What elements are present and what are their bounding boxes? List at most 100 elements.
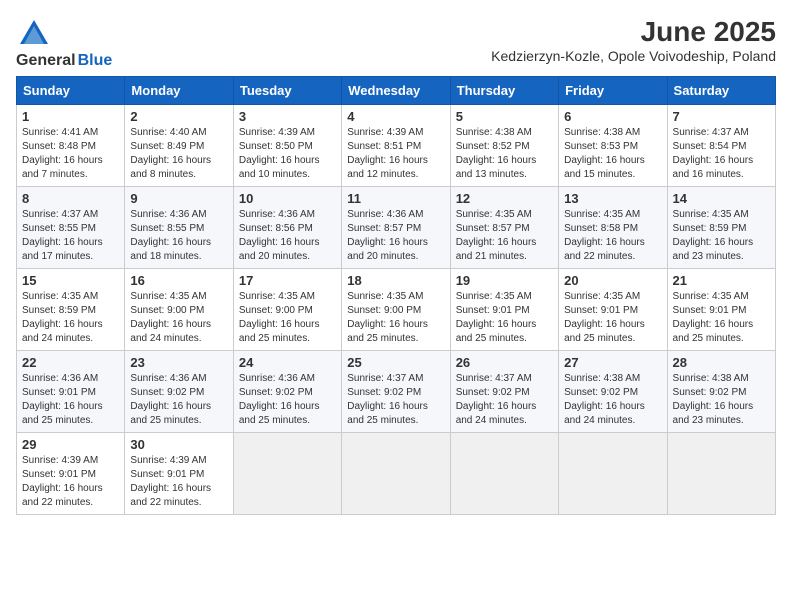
- day-number: 5: [456, 109, 553, 124]
- day-number: 13: [564, 191, 661, 206]
- day-number: 21: [673, 273, 770, 288]
- day-info: Sunrise: 4:36 AM Sunset: 8:55 PM Dayligh…: [130, 208, 227, 264]
- calendar-header-thursday: Thursday: [450, 77, 558, 105]
- day-info: Sunrise: 4:38 AM Sunset: 9:02 PM Dayligh…: [564, 372, 661, 428]
- day-info: Sunrise: 4:39 AM Sunset: 9:01 PM Dayligh…: [130, 454, 227, 510]
- day-number: 25: [347, 355, 444, 370]
- subtitle: Kedzierzyn-Kozle, Opole Voivodeship, Pol…: [491, 48, 776, 64]
- day-number: 30: [130, 437, 227, 452]
- calendar-cell: 27 Sunrise: 4:38 AM Sunset: 9:02 PM Dayli…: [559, 351, 667, 433]
- day-number: 6: [564, 109, 661, 124]
- day-number: 3: [239, 109, 336, 124]
- day-number: 18: [347, 273, 444, 288]
- day-info: Sunrise: 4:36 AM Sunset: 8:56 PM Dayligh…: [239, 208, 336, 264]
- calendar-cell: 14Sunrise: 4:35 AM Sunset: 8:59 PM Dayli…: [667, 187, 775, 269]
- day-info: Sunrise: 4:38 AM Sunset: 8:53 PM Dayligh…: [564, 126, 661, 182]
- day-number: 12: [456, 191, 553, 206]
- calendar-cell: 12 Sunrise: 4:35 AM Sunset: 8:57 PM Dayli…: [450, 187, 558, 269]
- calendar-cell: 24 Sunrise: 4:36 AM Sunset: 9:02 PM Dayli…: [233, 351, 341, 433]
- day-info: Sunrise: 4:35 AM Sunset: 9:01 PM Dayligh…: [673, 290, 770, 346]
- calendar-cell: 4 Sunrise: 4:39 AM Sunset: 8:51 PM Daylig…: [342, 105, 450, 187]
- calendar-week-row: 1 Sunrise: 4:41 AM Sunset: 8:48 PM Daylig…: [17, 105, 776, 187]
- calendar-cell: 10 Sunrise: 4:36 AM Sunset: 8:56 PM Dayli…: [233, 187, 341, 269]
- day-number: 23: [130, 355, 227, 370]
- calendar-cell: 20 Sunrise: 4:35 AM Sunset: 9:01 PM Dayli…: [559, 269, 667, 351]
- day-number: 4: [347, 109, 444, 124]
- logo-general: General: [16, 52, 76, 70]
- day-info: Sunrise: 4:35 AM Sunset: 9:00 PM Dayligh…: [130, 290, 227, 346]
- calendar-cell: 22 Sunrise: 4:36 AM Sunset: 9:01 PM Dayli…: [17, 351, 125, 433]
- day-number: 28: [673, 355, 770, 370]
- day-info: Sunrise: 4:35 AM Sunset: 9:00 PM Dayligh…: [347, 290, 444, 346]
- calendar-header-saturday: Saturday: [667, 77, 775, 105]
- calendar-cell: 21 Sunrise: 4:35 AM Sunset: 9:01 PM Dayli…: [667, 269, 775, 351]
- day-number: 19: [456, 273, 553, 288]
- calendar-cell: 15Sunrise: 4:35 AM Sunset: 8:59 PM Dayli…: [17, 269, 125, 351]
- calendar-cell: 17 Sunrise: 4:35 AM Sunset: 9:00 PM Dayli…: [233, 269, 341, 351]
- calendar-cell: 8 Sunrise: 4:37 AM Sunset: 8:55 PM Daylig…: [17, 187, 125, 269]
- calendar-cell: 30 Sunrise: 4:39 AM Sunset: 9:01 PM Dayli…: [125, 433, 233, 515]
- calendar-week-row: 15Sunrise: 4:35 AM Sunset: 8:59 PM Dayli…: [17, 269, 776, 351]
- day-number: 24: [239, 355, 336, 370]
- day-info: Sunrise: 4:37 AM Sunset: 9:02 PM Dayligh…: [347, 372, 444, 428]
- calendar-cell: 1 Sunrise: 4:41 AM Sunset: 8:48 PM Daylig…: [17, 105, 125, 187]
- title-area: June 2025 Kedzierzyn-Kozle, Opole Voivod…: [491, 16, 776, 64]
- calendar-header-friday: Friday: [559, 77, 667, 105]
- day-info: Sunrise: 4:35 AM Sunset: 8:58 PM Dayligh…: [564, 208, 661, 264]
- day-info: Sunrise: 4:39 AM Sunset: 8:51 PM Dayligh…: [347, 126, 444, 182]
- day-info: Sunrise: 4:41 AM Sunset: 8:48 PM Dayligh…: [22, 126, 119, 182]
- calendar-week-row: 29 Sunrise: 4:39 AM Sunset: 9:01 PM Dayli…: [17, 433, 776, 515]
- day-number: 2: [130, 109, 227, 124]
- day-info: Sunrise: 4:40 AM Sunset: 8:49 PM Dayligh…: [130, 126, 227, 182]
- day-number: 26: [456, 355, 553, 370]
- day-info: Sunrise: 4:35 AM Sunset: 9:00 PM Dayligh…: [239, 290, 336, 346]
- day-info: Sunrise: 4:36 AM Sunset: 9:02 PM Dayligh…: [130, 372, 227, 428]
- calendar-week-row: 22 Sunrise: 4:36 AM Sunset: 9:01 PM Dayli…: [17, 351, 776, 433]
- calendar-cell: [342, 433, 450, 515]
- day-number: 22: [22, 355, 119, 370]
- day-number: 16: [130, 273, 227, 288]
- calendar-cell: 29 Sunrise: 4:39 AM Sunset: 9:01 PM Dayli…: [17, 433, 125, 515]
- day-info: Sunrise: 4:37 AM Sunset: 9:02 PM Dayligh…: [456, 372, 553, 428]
- day-number: 10: [239, 191, 336, 206]
- calendar-cell: 11Sunrise: 4:36 AM Sunset: 8:57 PM Dayli…: [342, 187, 450, 269]
- calendar-cell: 9 Sunrise: 4:36 AM Sunset: 8:55 PM Daylig…: [125, 187, 233, 269]
- day-info: Sunrise: 4:36 AM Sunset: 8:57 PM Dayligh…: [347, 208, 444, 264]
- calendar-week-row: 8 Sunrise: 4:37 AM Sunset: 8:55 PM Daylig…: [17, 187, 776, 269]
- calendar-cell: 6 Sunrise: 4:38 AM Sunset: 8:53 PM Daylig…: [559, 105, 667, 187]
- day-number: 29: [22, 437, 119, 452]
- day-info: Sunrise: 4:38 AM Sunset: 9:02 PM Dayligh…: [673, 372, 770, 428]
- day-info: Sunrise: 4:37 AM Sunset: 8:55 PM Dayligh…: [22, 208, 119, 264]
- header: General Blue June 2025 Kedzierzyn-Kozle,…: [16, 16, 776, 70]
- calendar-cell: 28 Sunrise: 4:38 AM Sunset: 9:02 PM Dayli…: [667, 351, 775, 433]
- day-info: Sunrise: 4:36 AM Sunset: 9:01 PM Dayligh…: [22, 372, 119, 428]
- day-info: Sunrise: 4:35 AM Sunset: 8:59 PM Dayligh…: [673, 208, 770, 264]
- logo-icon: [16, 16, 52, 52]
- calendar-header-wednesday: Wednesday: [342, 77, 450, 105]
- calendar-cell: 5 Sunrise: 4:38 AM Sunset: 8:52 PM Daylig…: [450, 105, 558, 187]
- day-number: 1: [22, 109, 119, 124]
- calendar-header-sunday: Sunday: [17, 77, 125, 105]
- calendar-cell: 3Sunrise: 4:39 AM Sunset: 8:50 PM Daylig…: [233, 105, 341, 187]
- calendar: SundayMondayTuesdayWednesdayThursdayFrid…: [16, 76, 776, 515]
- calendar-header-tuesday: Tuesday: [233, 77, 341, 105]
- day-number: 17: [239, 273, 336, 288]
- day-info: Sunrise: 4:35 AM Sunset: 9:01 PM Dayligh…: [564, 290, 661, 346]
- day-number: 20: [564, 273, 661, 288]
- day-info: Sunrise: 4:36 AM Sunset: 9:02 PM Dayligh…: [239, 372, 336, 428]
- calendar-cell: 18 Sunrise: 4:35 AM Sunset: 9:00 PM Dayli…: [342, 269, 450, 351]
- calendar-cell: [450, 433, 558, 515]
- day-number: 9: [130, 191, 227, 206]
- day-info: Sunrise: 4:35 AM Sunset: 8:57 PM Dayligh…: [456, 208, 553, 264]
- calendar-header-monday: Monday: [125, 77, 233, 105]
- logo: General Blue: [16, 16, 112, 70]
- day-info: Sunrise: 4:38 AM Sunset: 8:52 PM Dayligh…: [456, 126, 553, 182]
- calendar-cell: 23 Sunrise: 4:36 AM Sunset: 9:02 PM Dayli…: [125, 351, 233, 433]
- day-info: Sunrise: 4:39 AM Sunset: 9:01 PM Dayligh…: [22, 454, 119, 510]
- calendar-cell: 2 Sunrise: 4:40 AM Sunset: 8:49 PM Daylig…: [125, 105, 233, 187]
- calendar-cell: [667, 433, 775, 515]
- calendar-cell: 25 Sunrise: 4:37 AM Sunset: 9:02 PM Dayli…: [342, 351, 450, 433]
- day-number: 27: [564, 355, 661, 370]
- day-number: 7: [673, 109, 770, 124]
- day-number: 8: [22, 191, 119, 206]
